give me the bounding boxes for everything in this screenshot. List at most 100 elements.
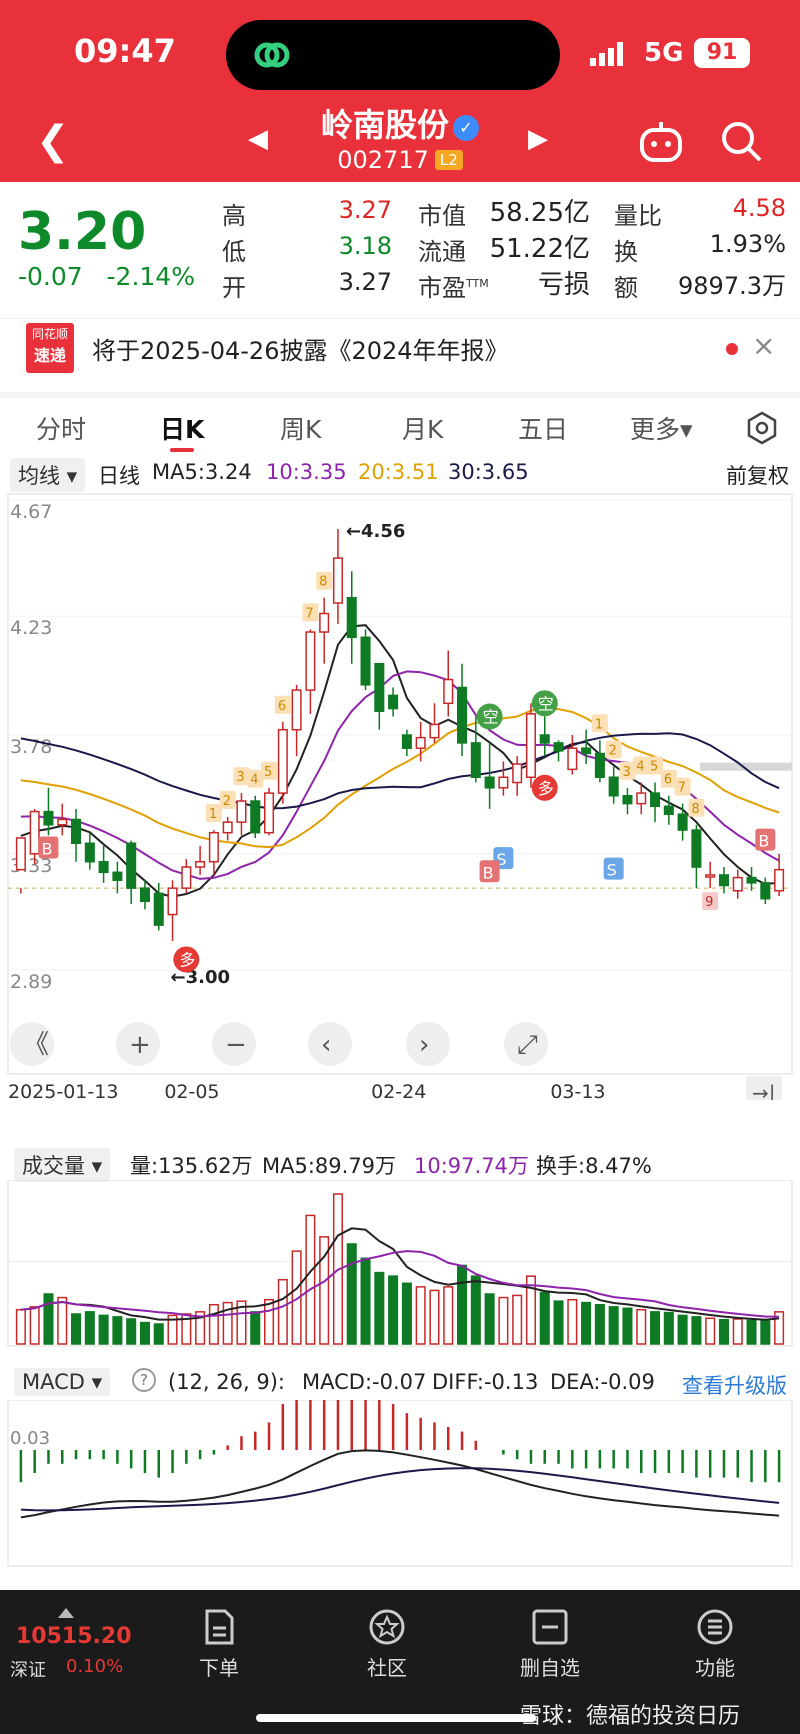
candle-body xyxy=(705,874,716,878)
seq-count-label: 5 xyxy=(650,760,658,775)
seq-count-label: 6 xyxy=(664,773,672,788)
upgrade-link[interactable]: 查看升级版 xyxy=(682,1370,787,1400)
nav-functions[interactable]: 功能 xyxy=(670,1608,760,1681)
candle-body xyxy=(264,792,275,834)
tab-more[interactable]: 更多▾ xyxy=(630,410,693,446)
verified-icon: ✓ xyxy=(453,115,479,141)
change-percent: -2.14% xyxy=(106,262,195,291)
index-percent: 0.10% xyxy=(66,1656,124,1677)
pe-label-text: 市盈 xyxy=(418,274,466,302)
kline-chart[interactable]: 4.674.233.783.332.89←4.56←3.00123 4567812… xyxy=(0,490,800,1100)
period-tabs: 分时 日K 周K 月K 五日 更多▾ xyxy=(0,392,800,454)
candle-body xyxy=(126,842,137,889)
amount-value: 9897.3万 xyxy=(678,272,786,300)
candle-body xyxy=(139,887,150,903)
volume-bar xyxy=(718,1318,729,1345)
seq-count-label: 3 xyxy=(236,770,244,785)
volume-chart[interactable] xyxy=(0,1180,800,1350)
volume-turnover: 换手:8.47% xyxy=(536,1154,652,1178)
tab-month-k[interactable]: 月K xyxy=(402,410,443,446)
candle-body xyxy=(774,868,785,892)
open-label: 开 xyxy=(222,274,246,302)
adjust-select[interactable]: 前复权 xyxy=(726,460,789,490)
seq-count-label: 4 xyxy=(250,773,258,788)
notice-close-icon[interactable]: × xyxy=(752,329,775,362)
home-indicator[interactable] xyxy=(256,1714,536,1722)
signal-label: S xyxy=(607,861,617,880)
pe-value: 亏损 xyxy=(537,270,590,300)
volume-bar xyxy=(401,1282,412,1345)
volume-ma5-line xyxy=(20,1227,780,1321)
bottom-toolbar: 10515.20 深证 0.10% 下单 社区 删自选 功能 雪球：德福的投资日… xyxy=(0,1590,800,1734)
dea-value: DEA:-0.09 xyxy=(550,1370,655,1394)
candle-body xyxy=(360,636,371,686)
volume-bar xyxy=(650,1311,661,1345)
tab-week-k[interactable]: 周K xyxy=(280,410,321,446)
robot-assistant-icon[interactable] xyxy=(636,118,686,166)
indicator-select-ma[interactable]: 均线 ▾ xyxy=(10,458,86,492)
volume-bar xyxy=(250,1311,261,1345)
tab-five-day[interactable]: 五日 xyxy=(518,410,568,446)
candle-body xyxy=(346,596,357,639)
signal-label: B xyxy=(483,863,494,882)
volume-bar xyxy=(126,1318,137,1345)
ma30-value: 30:3.65 xyxy=(448,460,529,484)
volume-bar xyxy=(57,1296,68,1345)
candle-body xyxy=(181,866,192,889)
high-label: 高 xyxy=(222,202,246,230)
volume-bar xyxy=(139,1321,150,1345)
mktcap-label: 市值 xyxy=(418,202,466,230)
seq-count-label: 3 xyxy=(622,765,630,780)
volume-bar xyxy=(415,1286,426,1345)
seq-count-label: 7 xyxy=(305,606,313,621)
volratio-label: 量比 xyxy=(614,202,662,230)
x-tick-label: 02-24 xyxy=(371,1081,426,1100)
help-icon[interactable]: ? xyxy=(132,1368,156,1392)
y-tick-label: 2.89 xyxy=(10,971,52,993)
index-value[interactable]: 10515.20 xyxy=(16,1624,132,1649)
ma20-value: 20:3.51 xyxy=(358,460,439,484)
candle-body xyxy=(581,747,592,755)
nav-order[interactable]: 下单 xyxy=(174,1608,264,1681)
notice-bar[interactable]: 同花顺 速递 将于2025-04-26披露《2024年年报》 × xyxy=(0,318,800,376)
nav-community[interactable]: 社区 xyxy=(342,1608,432,1681)
volume-bar xyxy=(677,1314,688,1345)
price-change: -0.07 -2.14% xyxy=(18,262,195,291)
search-icon[interactable] xyxy=(718,118,764,164)
dea-line xyxy=(20,1467,780,1512)
nav-community-label: 社区 xyxy=(367,1656,407,1680)
volume-bar xyxy=(691,1316,702,1345)
volume-bar xyxy=(112,1316,123,1345)
macd-type-label: MACD xyxy=(22,1370,85,1394)
indicator-select-volume[interactable]: 成交量 ▾ xyxy=(14,1148,111,1182)
next-stock-icon[interactable]: ▶ xyxy=(528,124,548,154)
nav-remove-watchlist[interactable]: 删自选 xyxy=(505,1608,595,1681)
volume-bar xyxy=(346,1243,357,1345)
dynamic-island xyxy=(226,20,560,90)
index-name: 深证 xyxy=(10,1660,46,1681)
indicator-select-macd[interactable]: MACD ▾ xyxy=(14,1368,111,1396)
volume-bar xyxy=(663,1311,674,1345)
candle-body xyxy=(525,713,536,778)
candle-body xyxy=(732,876,743,892)
settings-hex-icon[interactable] xyxy=(744,410,780,446)
candle-body xyxy=(43,810,54,826)
tab-fenshi[interactable]: 分时 xyxy=(36,410,86,446)
x-tick-label: 03-13 xyxy=(550,1081,605,1100)
macd-params: (12, 26, 9): xyxy=(168,1370,285,1394)
macd-chart[interactable]: 0.03 xyxy=(0,1400,800,1570)
watermark: 雪球：德福的投资日历 xyxy=(520,1704,741,1729)
volume-bar xyxy=(760,1320,771,1345)
candle-body xyxy=(29,810,40,855)
candle-body xyxy=(691,829,702,868)
signal-label: B xyxy=(41,840,52,859)
nav-remove-label: 删自选 xyxy=(520,1656,580,1680)
tab-day-k[interactable]: 日K xyxy=(160,410,204,446)
volume-bar xyxy=(208,1303,219,1345)
candle-body xyxy=(470,742,481,778)
x-tick-label: 02-05 xyxy=(164,1081,219,1100)
volume-bar xyxy=(360,1257,371,1345)
status-time: 09:47 xyxy=(74,32,176,70)
candle-body xyxy=(608,776,619,797)
l2-badge[interactable]: L2 xyxy=(434,150,463,170)
